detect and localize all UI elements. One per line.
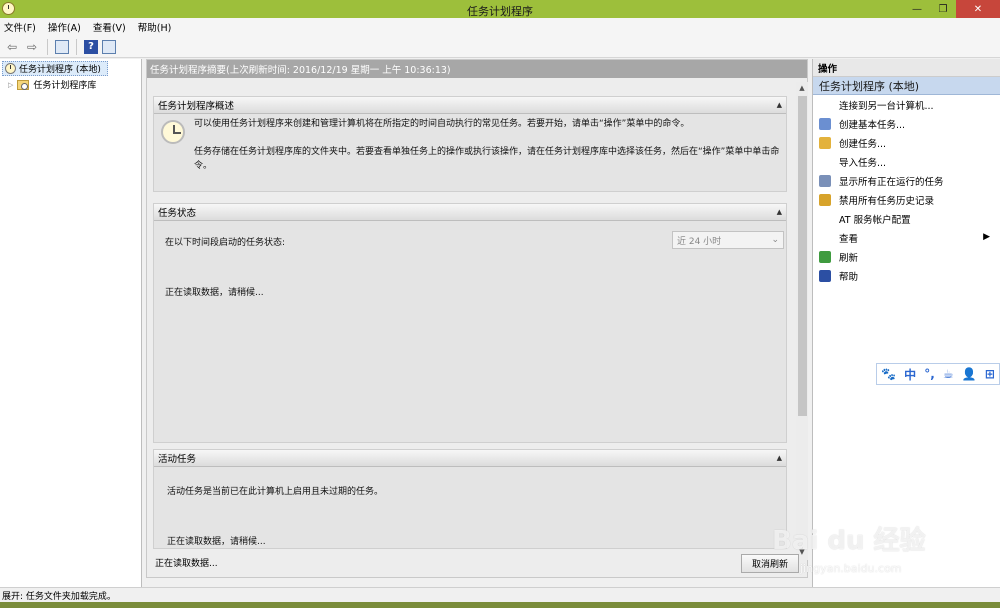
collapse-icon[interactable]: ▲: [777, 101, 782, 109]
back-arrow-icon[interactable]: ⇦: [4, 39, 20, 55]
create-basic-task-icon: [819, 117, 831, 130]
scroll-up-icon[interactable]: ▲: [796, 84, 808, 94]
console-tree: 任务计划程序 (本地) ▷ 任务计划程序库: [0, 59, 142, 587]
tree-item-task-library[interactable]: ▷ 任务计划程序库: [8, 78, 96, 91]
action-at-service-config[interactable]: AT 服务帐户配置: [813, 209, 1000, 228]
clock-icon: [5, 63, 16, 74]
action-label: 导入任务...: [839, 157, 887, 169]
menu-bar: 文件(F) 操作(A) 查看(V) 帮助(H): [0, 18, 1000, 36]
status-bar: 展开: 任务文件夹加载完成。: [0, 587, 1000, 602]
action-label: AT 服务帐户配置: [839, 214, 911, 226]
task-status-section: 任务状态 ▲ 在以下时间段启动的任务状态: 近 24 小时 ⌄ 正在读取数据，请…: [153, 203, 787, 443]
chevron-down-icon: ⌄: [771, 235, 779, 245]
refresh-status-text: 正在读取数据...: [155, 559, 218, 569]
action-label: 显示所有正在运行的任务: [839, 176, 944, 188]
clock-icon: [161, 120, 185, 144]
section-title: 活动任务: [158, 454, 197, 465]
action-label: 连接到另一台计算机...: [839, 100, 934, 112]
ime-chinese-mode-button[interactable]: 中: [904, 366, 916, 383]
active-tasks-description: 活动任务是当前已在此计算机上启用且未过期的任务。: [167, 487, 384, 497]
task-status-section-header[interactable]: 任务状态 ▲: [154, 204, 786, 221]
create-task-icon: [819, 136, 831, 149]
ime-user-icon[interactable]: 👤: [962, 367, 977, 381]
summary-pane: 任务计划程序摘要(上次刷新时间: 2016/12/19 星期一 上午 10:36…: [146, 59, 808, 578]
menu-help[interactable]: 帮助(H): [138, 20, 172, 34]
action-view[interactable]: 查看 ▶: [813, 228, 1000, 247]
toolbar-separator: [76, 38, 77, 55]
actions-pane: 操作 任务计划程序 (本地) 连接到另一台计算机... 创建基本任务... 创建…: [812, 59, 1000, 587]
show-hide-action-pane-icon[interactable]: [102, 39, 116, 54]
section-title: 任务状态: [158, 208, 197, 219]
active-tasks-section-header[interactable]: 活动任务 ▲: [154, 450, 786, 467]
tree-item-label: 任务计划程序库: [33, 81, 97, 91]
menu-file[interactable]: 文件(F): [4, 20, 36, 34]
action-help[interactable]: 帮助: [813, 266, 1000, 285]
action-show-running-tasks[interactable]: 显示所有正在运行的任务: [813, 171, 1000, 190]
collapse-icon[interactable]: ▲: [777, 208, 782, 216]
ime-punctuation-icon[interactable]: °,: [924, 367, 935, 381]
menu-view[interactable]: 查看(V): [93, 20, 126, 34]
baidu-watermark: Bai du 经验: [772, 526, 926, 556]
action-label: 帮助: [839, 271, 859, 283]
show-hide-console-tree-icon[interactable]: [55, 39, 69, 54]
toolbar: ⇦ ⇨ ?: [0, 36, 1000, 58]
actions-group-header[interactable]: 任务计划程序 (本地): [813, 77, 1000, 95]
action-create-basic-task[interactable]: 创建基本任务...: [813, 114, 1000, 133]
forward-arrow-icon[interactable]: ⇨: [24, 39, 40, 55]
ime-paw-icon[interactable]: 🐾: [881, 367, 896, 381]
ime-toolbar: 🐾 中 °, ☕ 👤 ⊞: [876, 363, 1000, 385]
overview-section-header[interactable]: 任务计划程序概述 ▲: [154, 97, 786, 114]
section-title: 任务计划程序概述: [158, 101, 235, 112]
submenu-arrow-icon: ▶: [983, 232, 990, 242]
overview-section: 任务计划程序概述 ▲ 可以使用任务计划程序来创建和管理计算机将在所指定的时间自动…: [153, 96, 787, 192]
active-tasks-section: 活动任务 ▲ 活动任务是当前已在此计算机上启用且未过期的任务。 正在读取数据，请…: [153, 449, 787, 549]
action-label: 创建任务...: [839, 138, 887, 150]
ime-menu-icon[interactable]: ⊞: [985, 367, 995, 381]
running-tasks-icon: [819, 174, 831, 187]
menu-action[interactable]: 操作(A): [48, 20, 81, 34]
tree-item-task-scheduler-local[interactable]: 任务计划程序 (本地): [2, 61, 108, 76]
refresh-icon: [819, 250, 831, 263]
action-label: 禁用所有任务历史记录: [839, 195, 935, 207]
taskbar: [0, 602, 1000, 608]
action-import-task[interactable]: 导入任务...: [813, 152, 1000, 171]
toolbar-separator: [47, 38, 48, 55]
status-range-label: 在以下时间段启动的任务状态:: [165, 238, 286, 248]
action-label: 查看: [839, 233, 859, 245]
tree-item-label: 任务计划程序 (本地): [19, 65, 101, 75]
baidu-watermark-url: jingyan.baidu.com: [800, 562, 902, 575]
status-loading-text: 正在读取数据，请稍候...: [165, 288, 264, 298]
disable-history-icon: [819, 193, 831, 206]
scroll-thumb[interactable]: [798, 96, 807, 416]
time-range-value: 近 24 小时: [677, 236, 722, 247]
overview-text: 可以使用任务计划程序来创建和管理计算机将在所指定的时间自动执行的常见任务。若要开…: [194, 119, 690, 129]
restore-button[interactable]: ❐: [930, 0, 956, 18]
action-label: 刷新: [839, 252, 859, 264]
title-bar: 任务计划程序 — ❐ ✕: [0, 0, 1000, 18]
ime-skin-icon[interactable]: ☕: [943, 367, 954, 381]
action-connect-computer[interactable]: 连接到另一台计算机...: [813, 95, 1000, 114]
window-title: 任务计划程序: [467, 5, 533, 18]
actions-header: 操作: [813, 59, 1000, 77]
action-create-task[interactable]: 创建任务...: [813, 133, 1000, 152]
summary-header: 任务计划程序摘要(上次刷新时间: 2016/12/19 星期一 上午 10:36…: [147, 60, 807, 78]
minimize-button[interactable]: —: [904, 0, 930, 18]
action-label: 创建基本任务...: [839, 119, 906, 131]
time-range-select[interactable]: 近 24 小时 ⌄: [672, 231, 784, 249]
summary-scrollbar[interactable]: ▲ ▼: [796, 82, 808, 560]
folder-clock-icon: [17, 79, 30, 90]
active-loading-text: 正在读取数据，请稍候...: [167, 537, 266, 547]
close-button[interactable]: ✕: [956, 0, 1000, 18]
action-disable-history[interactable]: 禁用所有任务历史记录: [813, 190, 1000, 209]
expand-arrow-icon[interactable]: ▷: [8, 81, 13, 89]
overview-text: 任务存储在任务计划程序库的文件夹中。若要查看单独任务上的操作或执行该操作，请在任…: [194, 147, 780, 171]
help-icon[interactable]: ?: [84, 39, 98, 54]
action-refresh[interactable]: 刷新: [813, 247, 1000, 266]
help-icon: [819, 269, 831, 282]
collapse-icon[interactable]: ▲: [777, 454, 782, 462]
window-controls: — ❐ ✕: [904, 0, 1000, 18]
